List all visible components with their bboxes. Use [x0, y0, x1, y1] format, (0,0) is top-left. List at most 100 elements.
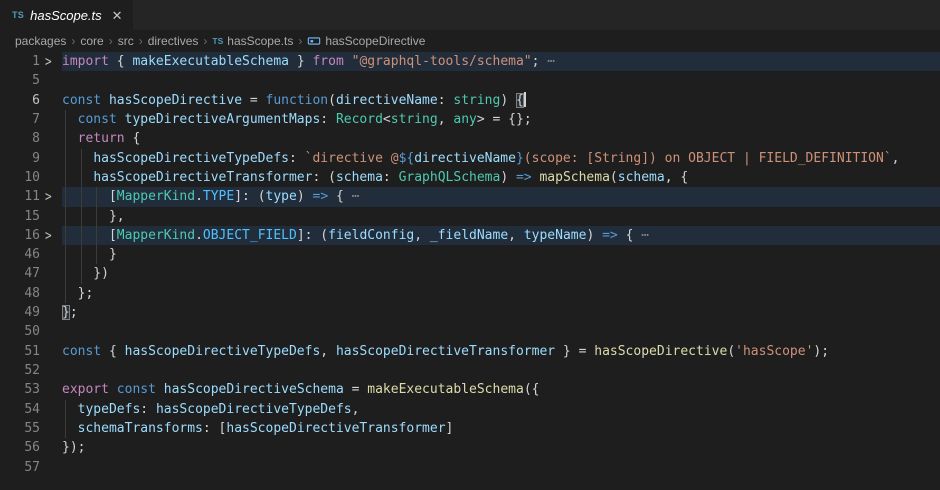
code-token: => [313, 189, 329, 204]
breadcrumb-item-hasscopedirective[interactable]: hasScopeDirective [307, 34, 425, 48]
code-token: [ [62, 228, 117, 243]
code-line-1[interactable]: 1>import { makeExecutableSchema } from "… [0, 52, 940, 71]
code-content[interactable]: export const hasScopeDirectiveSchema = m… [62, 380, 940, 399]
code-token: < [383, 112, 391, 127]
code-content[interactable]: typeDefs: hasScopeDirectiveTypeDefs, [62, 400, 940, 419]
code-token: hasScopeDirectiveTransformer [336, 344, 555, 359]
code-token [62, 170, 93, 185]
code-token: , [320, 344, 336, 359]
code-token: ; [532, 54, 548, 69]
code-content[interactable]: }; [62, 303, 940, 322]
breadcrumb-item-core[interactable]: core [80, 34, 103, 48]
code-content[interactable] [62, 458, 940, 477]
line-number: 57 [24, 458, 40, 477]
code-token: ) [297, 189, 313, 204]
code-token: , { [665, 170, 688, 185]
line-number: 6 [32, 91, 40, 110]
code-line-8[interactable]: 8 return { [0, 129, 940, 148]
code-line-51[interactable]: 51const { hasScopeDirectiveTypeDefs, has… [0, 342, 940, 361]
gutter: 48 [0, 284, 62, 303]
breadcrumb-item-hasscope-ts[interactable]: TShasScope.ts [212, 34, 293, 48]
code-token: : [289, 151, 305, 166]
code-line-50[interactable]: 50 [0, 322, 940, 341]
code-content[interactable] [62, 361, 940, 380]
code-token: } [62, 247, 117, 262]
line-number: 7 [32, 110, 40, 129]
code-token: ⋯ [547, 54, 556, 69]
matched-bracket: { [516, 93, 524, 108]
breadcrumb-item-packages[interactable]: packages [15, 34, 66, 48]
code-content[interactable]: const { hasScopeDirectiveTypeDefs, hasSc… [62, 342, 940, 361]
code-line-9[interactable]: 9 hasScopeDirectiveTypeDefs: `directive … [0, 149, 940, 168]
tab-hasscope-ts[interactable]: TS hasScope.ts ✕ [0, 0, 133, 30]
breadcrumb-label: hasScope.ts [227, 34, 293, 48]
line-number: 52 [24, 361, 40, 380]
code-line-6[interactable]: 6 const hasScopeDirective = function(dire… [0, 91, 940, 110]
code-token: } [289, 54, 312, 69]
code-content[interactable]: }, [62, 207, 940, 226]
code-token: (scope: [String]) on OBJECT | FIELD_DEFI… [524, 151, 892, 166]
code-line-46[interactable]: 46 } [0, 245, 940, 264]
breadcrumb: packages›core›src›directives›TShasScope.… [0, 30, 940, 52]
code-token: hasScopeDirective [109, 93, 242, 108]
code-content[interactable]: schemaTransforms: [hasScopeDirectiveTran… [62, 419, 940, 438]
breadcrumb-label: directives [148, 34, 199, 48]
code-token: const [62, 344, 109, 359]
line-number: 5 [32, 71, 40, 90]
code-editor[interactable]: 1>import { makeExecutableSchema } from "… [0, 52, 940, 490]
code-content[interactable]: [MapperKind.OBJECT_FIELD]: (fieldConfig,… [62, 226, 940, 245]
code-token: : [140, 402, 156, 417]
code-token: [ [62, 189, 117, 204]
code-token: makeExecutableSchema [132, 54, 289, 69]
code-line-5[interactable]: 5 [0, 71, 940, 90]
code-content[interactable]: }) [62, 264, 940, 283]
code-token: makeExecutableSchema [367, 382, 524, 397]
code-token: hasScopeDirectiveTransformer [93, 170, 312, 185]
code-line-16[interactable]: 16> [MapperKind.OBJECT_FIELD]: (fieldCon… [0, 226, 940, 245]
code-token: ]: ( [297, 228, 328, 243]
code-content[interactable]: hasScopeDirectiveTransformer: (schema: G… [62, 168, 940, 187]
code-token: TYPE [203, 189, 234, 204]
code-line-48[interactable]: 48 }; [0, 284, 940, 303]
close-tab-icon[interactable]: ✕ [112, 9, 123, 22]
code-content[interactable]: [MapperKind.TYPE]: (type) => { ⋯ [62, 187, 940, 206]
code-content[interactable]: return { [62, 129, 940, 148]
code-line-52[interactable]: 52 [0, 361, 940, 380]
code-token: ( [328, 93, 336, 108]
gutter: 52 [0, 361, 62, 380]
line-number: 56 [24, 438, 40, 457]
code-line-11[interactable]: 11> [MapperKind.TYPE]: (type) => { ⋯ [0, 187, 940, 206]
code-content[interactable]: }); [62, 438, 940, 457]
code-token: type [266, 189, 297, 204]
code-line-54[interactable]: 54 typeDefs: hasScopeDirectiveTypeDefs, [0, 400, 940, 419]
code-content[interactable]: hasScopeDirectiveTypeDefs: `directive @$… [62, 149, 940, 168]
code-line-57[interactable]: 57 [0, 458, 940, 477]
breadcrumb-item-directives[interactable]: directives [148, 34, 199, 48]
code-line-53[interactable]: 53export const hasScopeDirectiveSchema =… [0, 380, 940, 399]
code-line-7[interactable]: 7 const typeDirectiveArgumentMaps: Recor… [0, 110, 940, 129]
gutter: 56 [0, 438, 62, 457]
code-token: > = {}; [477, 112, 532, 127]
code-token: string [391, 112, 438, 127]
code-line-15[interactable]: 15 }, [0, 207, 940, 226]
code-content[interactable]: } [62, 245, 940, 264]
breadcrumb-item-src[interactable]: src [118, 34, 134, 48]
code-content[interactable]: const typeDirectiveArgumentMaps: Record<… [62, 110, 940, 129]
code-content[interactable]: const hasScopeDirective = function(direc… [62, 91, 940, 110]
code-token: ; [70, 305, 78, 320]
code-line-49[interactable]: 49}; [0, 303, 940, 322]
code-token: ⋯ [352, 189, 361, 204]
code-token: "@graphql-tools/schema" [352, 54, 532, 69]
code-line-47[interactable]: 47 }) [0, 264, 940, 283]
code-token: { [109, 344, 125, 359]
line-number: 10 [24, 168, 40, 187]
code-content[interactable]: import { makeExecutableSchema } from "@g… [62, 52, 940, 71]
code-content[interactable] [62, 71, 940, 90]
code-content[interactable] [62, 322, 940, 341]
code-line-10[interactable]: 10 hasScopeDirectiveTransformer: (schema… [0, 168, 940, 187]
code-token: hasScopeDirectiveSchema [164, 382, 344, 397]
code-token: }) [62, 266, 109, 281]
code-line-56[interactable]: 56}); [0, 438, 940, 457]
code-content[interactable]: }; [62, 284, 940, 303]
code-line-55[interactable]: 55 schemaTransforms: [hasScopeDirectiveT… [0, 419, 940, 438]
